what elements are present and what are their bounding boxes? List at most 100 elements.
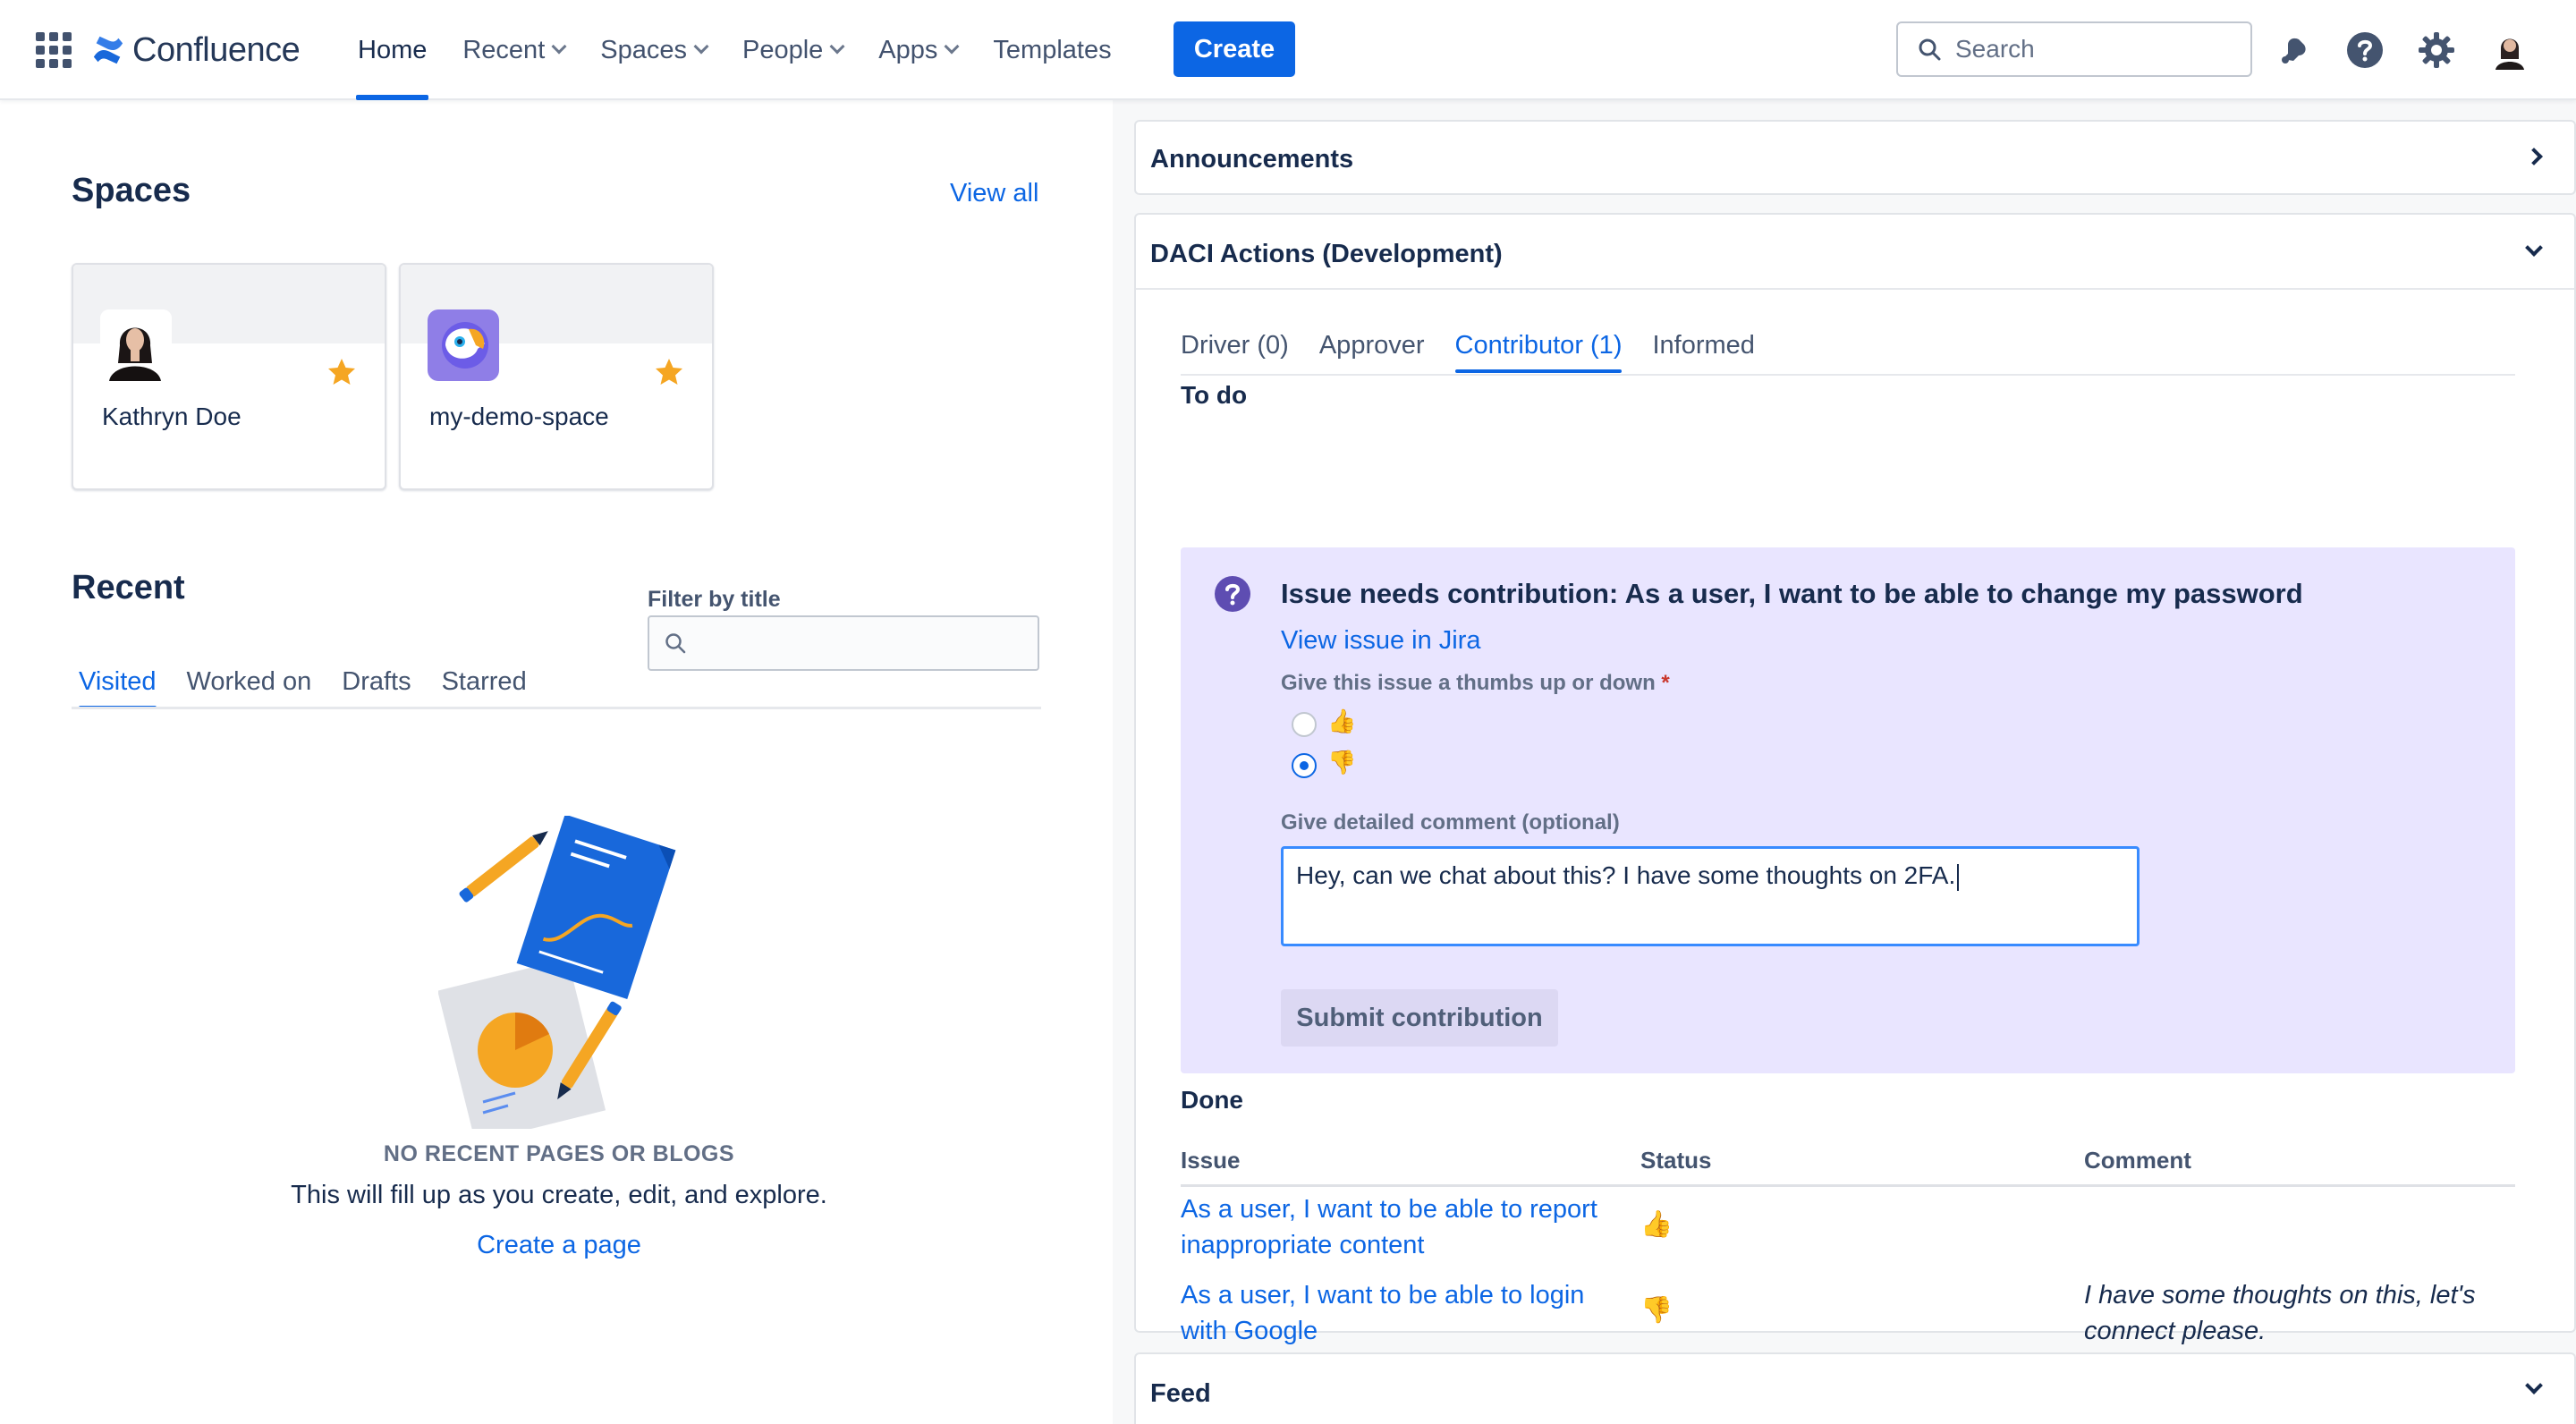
nav-home-label: Home [358,35,428,64]
notifications-icon[interactable] [2270,27,2317,73]
search-icon [665,633,686,654]
thumbs-label: Give this issue a thumbs up or down * [1281,671,1670,696]
spaces-heading: Spaces [72,172,191,209]
issue-link[interactable]: As a user, I want to be able to login wi… [1181,1277,1584,1349]
feed-title: Feed [1150,1379,1211,1408]
nav-apps[interactable]: Apps [860,0,975,100]
nav-apps-label: Apps [878,35,938,64]
column-status: Status [1640,1147,1712,1174]
required-mark: * [1661,671,1670,695]
tab-drafts[interactable]: Drafts [342,667,411,709]
nav-recent[interactable]: Recent [445,0,582,100]
chevron-down-icon[interactable] [2525,239,2543,257]
submit-contribution-button[interactable]: Submit contribution [1281,989,1558,1047]
tab-approver[interactable]: Approver [1319,331,1425,373]
empty-state-illustration [438,816,676,1129]
nav-spaces[interactable]: Spaces [582,0,724,100]
left-column: Spaces View all Kathryn Doe my-demo-spac… [0,100,1113,1424]
tab-visited[interactable]: Visited [79,667,157,709]
thumbs-down-icon: 👎 [1327,750,1357,776]
create-button[interactable]: Create [1174,21,1295,77]
nav-templates[interactable]: Templates [975,0,1129,100]
tab-contributor[interactable]: Contributor (1) [1454,331,1622,373]
thumbs-down-radio[interactable] [1292,753,1317,778]
space-name: my-demo-space [429,403,609,430]
chevron-down-icon [551,38,567,55]
question-icon [1215,576,1250,612]
comment-label: Give detailed comment (optional) [1281,810,1620,835]
tab-informed[interactable]: Informed [1652,331,1754,373]
filter-label: Filter by title [648,587,781,612]
chevron-down-icon [944,38,960,55]
done-table: Issue Status Comment As a user, I want t… [1181,1136,2515,1364]
comment-line: I have some thoughts on this, let's [2084,1281,2476,1310]
tabs-divider [72,707,1041,709]
recent-tabs: Visited Worked on Drafts Starred [79,667,557,709]
right-column: Announcements DACI Actions (Development)… [1113,100,2576,1424]
chevron-down-icon [693,38,709,55]
view-all-spaces-link[interactable]: View all [950,179,1038,208]
create-page-link[interactable]: Create a page [0,1231,1118,1260]
comment-text: I have some thoughts on this, let's conn… [2084,1277,2476,1349]
table-header-divider [1181,1184,2515,1187]
star-icon[interactable] [653,356,685,388]
thumbs-up-radio[interactable] [1292,712,1317,737]
issue-link-line: with Google [1181,1317,1318,1345]
space-name: Kathryn Doe [102,403,242,430]
recent-heading: Recent [72,569,185,606]
nav-people[interactable]: People [724,0,860,100]
space-card-kathryn-doe[interactable]: Kathryn Doe [72,263,386,490]
status-thumbs-down-icon: 👎 [1640,1294,1674,1325]
help-icon[interactable] [2342,27,2388,73]
feed-panel[interactable]: Feed [1134,1352,2576,1424]
app-switcher-icon[interactable] [36,32,72,68]
nav-spaces-label: Spaces [600,35,687,64]
settings-icon[interactable] [2413,27,2460,73]
tab-starred[interactable]: Starred [442,667,527,709]
daci-tabs: Driver (0) Approver Contributor (1) Info… [1181,331,1785,373]
nav-items: Home Recent Spaces People Apps Templates [340,0,1130,100]
todo-label: To do [1181,381,1248,409]
chevron-right-icon[interactable] [2525,148,2543,165]
search-placeholder: Search [1955,35,2035,63]
text-cursor [1957,863,1960,891]
issue-link-line: inappropriate content [1181,1231,1425,1259]
tab-driver[interactable]: Driver (0) [1181,331,1289,373]
issue-link[interactable]: As a user, I want to be able to report i… [1181,1191,1597,1263]
comment-line: connect please. [2084,1317,2267,1345]
tab-worked-on[interactable]: Worked on [187,667,312,709]
daci-actions-panel: DACI Actions (Development) Driver (0) Ap… [1134,213,2576,1364]
tabs-divider [1181,374,2515,376]
nav-home[interactable]: Home [340,0,445,100]
thumbs-up-icon: 👍 [1327,708,1357,735]
daci-title: DACI Actions (Development) [1150,240,1503,268]
empty-state-heading: NO RECENT PAGES OR BLOGS [383,1141,735,1166]
comment-value: Hey, can we chat about this? I have some… [1296,861,1956,889]
done-label: Done [1181,1086,1243,1114]
space-card-my-demo-space[interactable]: my-demo-space [399,263,714,490]
star-icon[interactable] [326,356,358,388]
nav-people-label: People [741,35,824,64]
comment-textarea[interactable]: Hey, can we chat about this? I have some… [1281,846,2140,946]
empty-state-text: This will fill up as you create, edit, a… [291,1181,827,1209]
confluence-logo[interactable]: Confluence [91,29,301,72]
issue-title: Issue needs contribution: As a user, I w… [1281,578,2303,609]
announcements-panel[interactable]: Announcements [1134,120,2576,195]
search-input[interactable]: Search [1896,21,2252,77]
issue-link-line: As a user, I want to be able to login [1181,1281,1585,1310]
announcements-title: Announcements [1150,145,1354,174]
kathryn-doe-avatar [100,309,172,381]
column-issue: Issue [1181,1147,1241,1174]
issue-link-line: As a user, I want to be able to report [1181,1195,1597,1224]
filter-by-title-input[interactable] [648,615,1039,671]
chevron-down-icon [829,38,845,55]
search-icon [1919,38,1941,61]
view-issue-in-jira-link[interactable]: View issue in Jira [1281,626,1481,656]
panel-divider [1136,288,2574,290]
status-thumbs-up-icon: 👍 [1640,1208,1674,1239]
chevron-down-icon[interactable] [2525,1377,2543,1394]
column-comment: Comment [2084,1147,2191,1174]
profile-avatar[interactable] [2487,27,2533,73]
brand-name: Confluence [132,30,301,69]
nav-recent-label: Recent [462,35,546,64]
